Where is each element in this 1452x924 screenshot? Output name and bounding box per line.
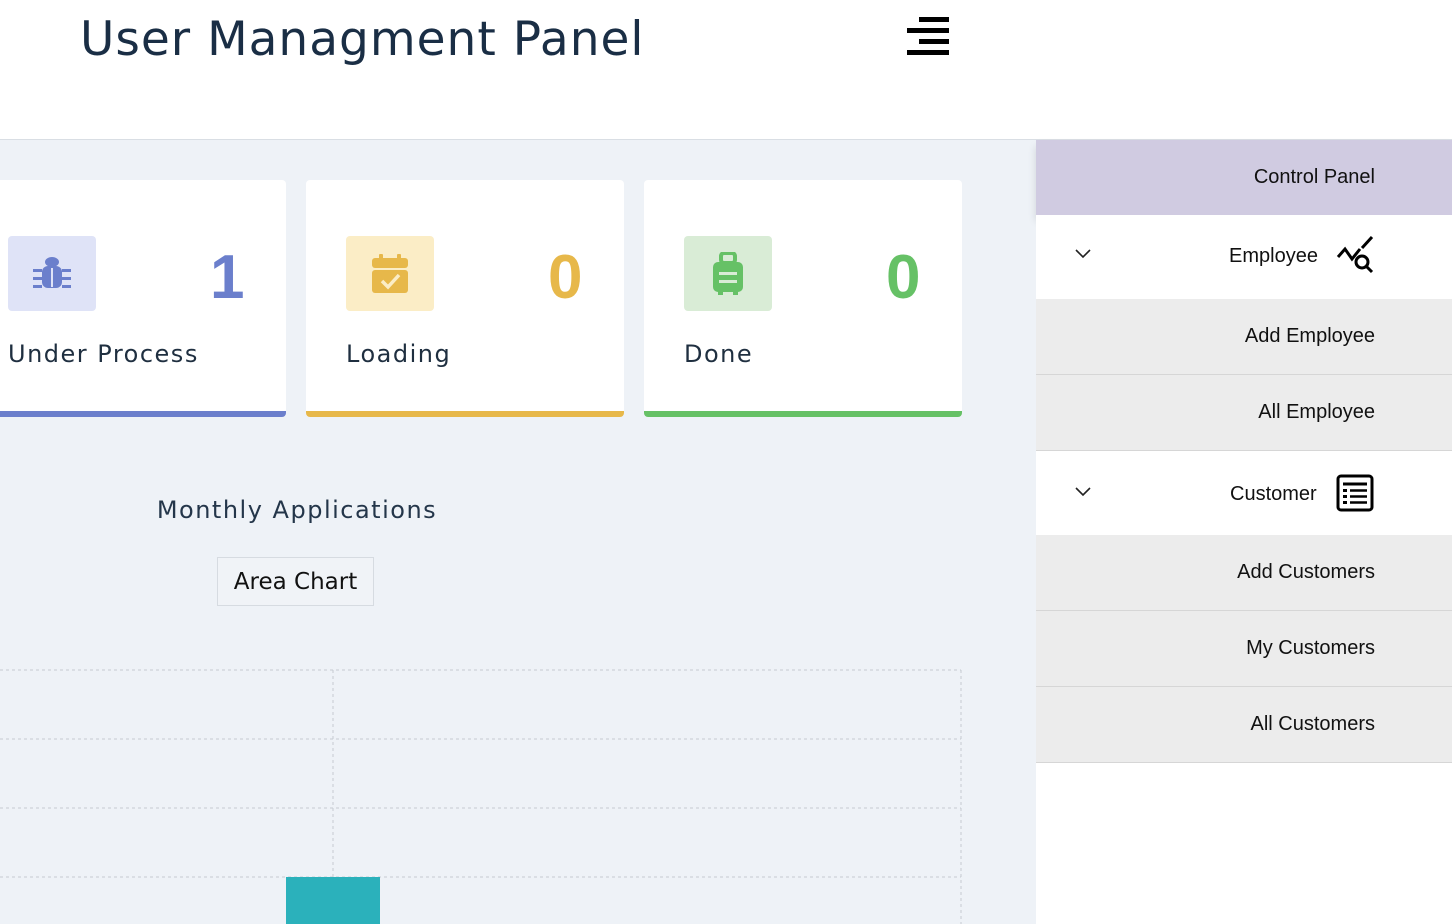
sidebar-item-all-employee[interactable]: All Employee xyxy=(1036,375,1452,451)
customer-label: Customer xyxy=(1230,483,1317,505)
sidebar-group-employee[interactable]: Employee xyxy=(1036,215,1452,299)
chevron-down-icon xyxy=(1075,487,1091,497)
main-content: 1 Under Process 0 Loading 0 Done Monthly… xyxy=(0,140,1036,924)
page-title: User Managment Panel xyxy=(80,12,645,67)
list-icon xyxy=(1336,474,1374,512)
menu-toggle-icon[interactable] xyxy=(903,16,953,64)
sidebar-item-control-panel[interactable]: Control Panel xyxy=(1036,140,1452,215)
all-employee-label: All Employee xyxy=(1258,401,1375,423)
chart-search-icon xyxy=(1336,235,1374,274)
chevron-down-icon xyxy=(1075,249,1091,259)
employee-label: Employee xyxy=(1229,245,1318,267)
sidebar-item-add-employee[interactable]: Add Employee xyxy=(1036,299,1452,375)
sidebar-item-add-customers[interactable]: Add Customers xyxy=(1036,535,1452,611)
chart-bar xyxy=(286,877,380,924)
add-customers-label: Add Customers xyxy=(1237,561,1375,583)
control-panel-label: Control Panel xyxy=(1253,166,1375,188)
sidebar-group-customer[interactable]: Customer xyxy=(1036,451,1452,535)
my-customers-label: My Customers xyxy=(1246,637,1375,659)
add-employee-label: Add Employee xyxy=(1244,325,1375,347)
sidebar-item-all-customers[interactable]: All Customers xyxy=(1036,687,1452,763)
monthly-applications-chart xyxy=(0,669,962,924)
header: User Managment Panel xyxy=(0,0,1452,140)
sidebar: Control Panel Employee Add Employee All … xyxy=(1036,140,1452,924)
sidebar-item-my-customers[interactable]: My Customers xyxy=(1036,611,1452,687)
all-customers-label: All Customers xyxy=(1250,713,1375,735)
